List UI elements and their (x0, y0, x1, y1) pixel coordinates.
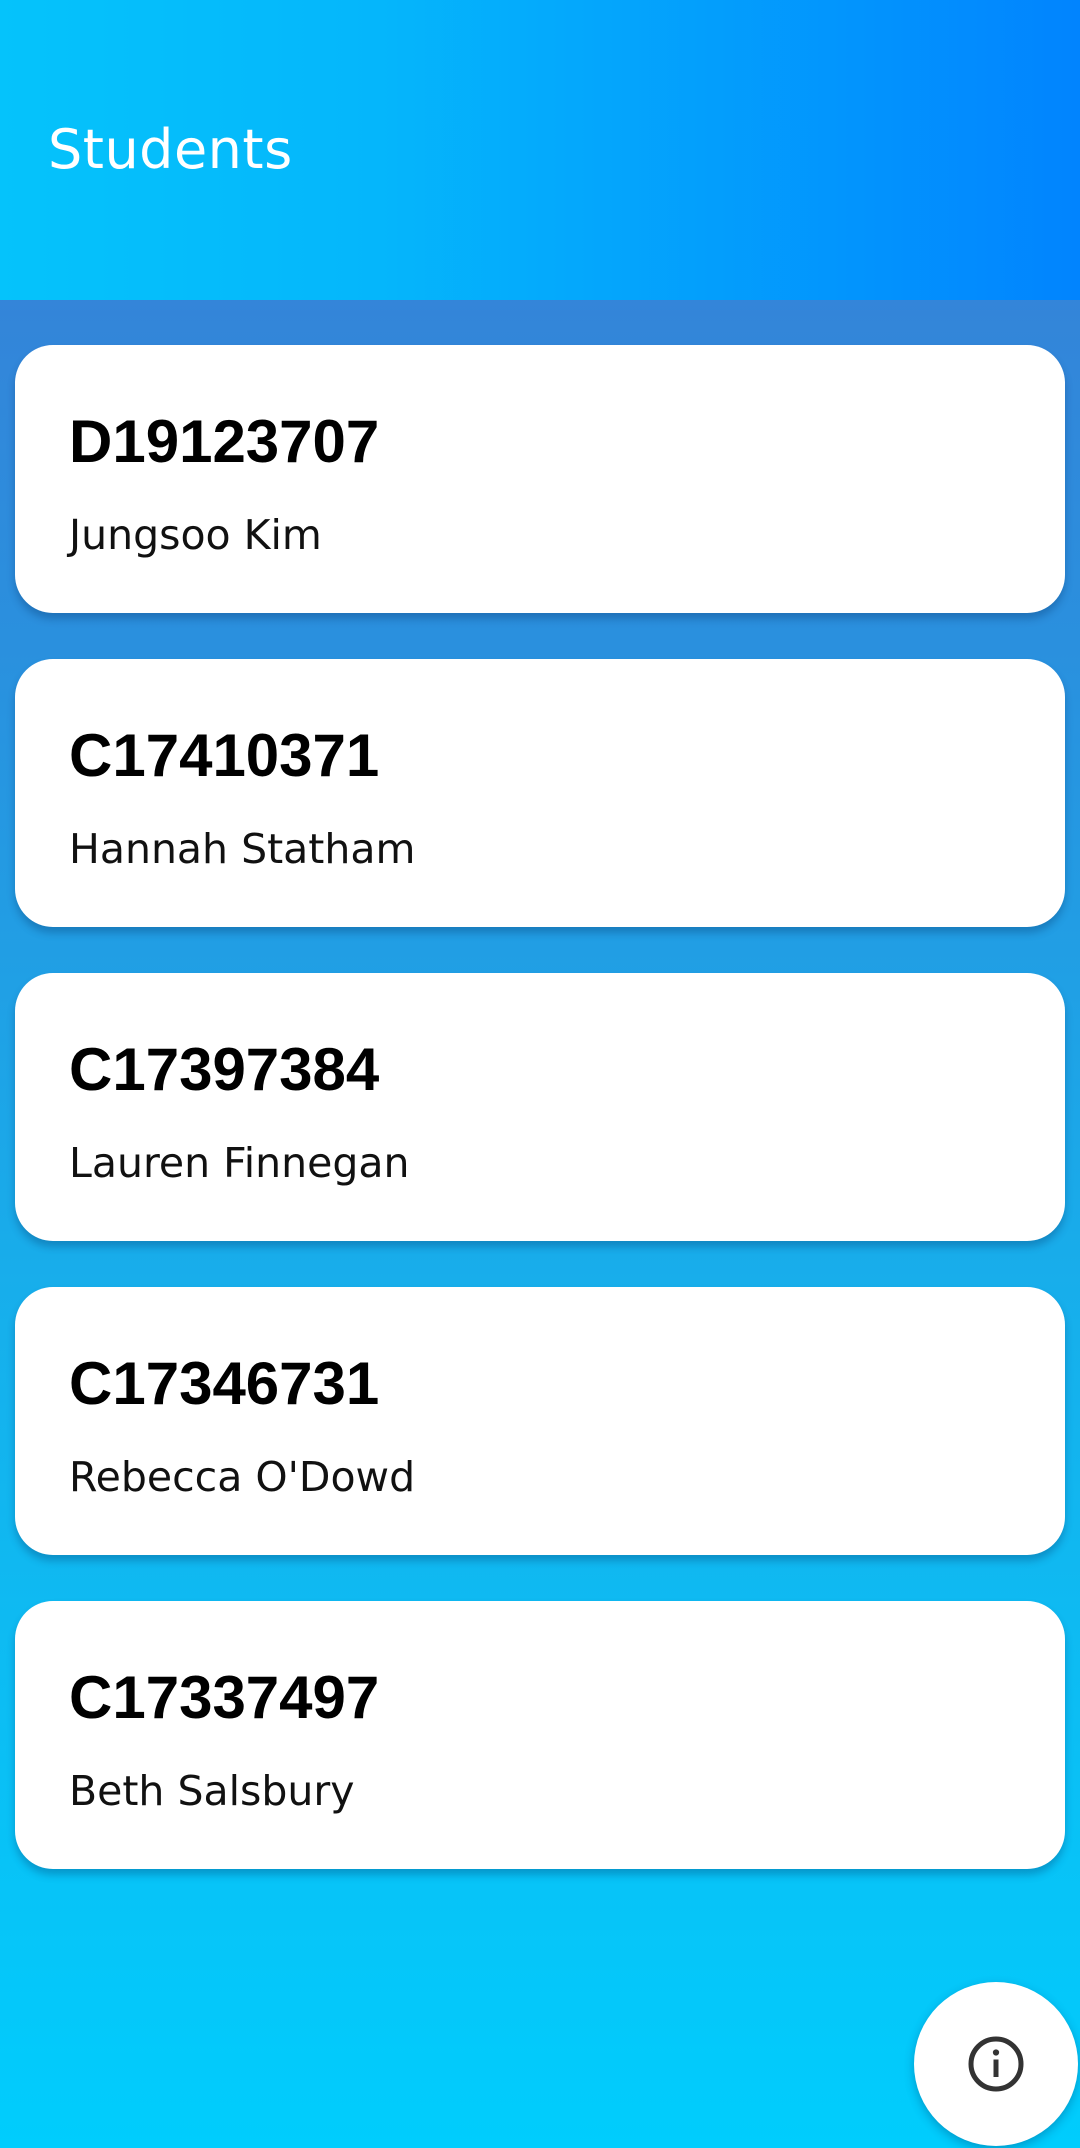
student-name: Lauren Finnegan (69, 1139, 410, 1187)
student-name: Beth Salsbury (69, 1767, 355, 1815)
student-card[interactable]: C17337497 Beth Salsbury (15, 1601, 1065, 1869)
student-card[interactable]: C17346731 Rebecca O'Dowd (15, 1287, 1065, 1555)
student-card[interactable]: C17397384 Lauren Finnegan (15, 973, 1065, 1241)
student-card[interactable]: D19123707 Jungsoo Kim (15, 345, 1065, 613)
student-id: C17397384 (69, 1036, 380, 1103)
student-id: C17410371 (69, 722, 380, 789)
info-icon (968, 2036, 1024, 2092)
student-id: C17346731 (69, 1350, 380, 1417)
info-button[interactable] (914, 1982, 1078, 2146)
student-id: D19123707 (69, 408, 380, 475)
student-list: D19123707 Jungsoo Kim C17410371 Hannah S… (15, 345, 1065, 1915)
page-title: Students (48, 118, 293, 181)
student-card[interactable]: C17410371 Hannah Statham (15, 659, 1065, 927)
app-bar: Students (0, 0, 1080, 300)
student-name: Jungsoo Kim (69, 511, 322, 559)
student-id: C17337497 (69, 1664, 380, 1731)
student-name: Rebecca O'Dowd (69, 1453, 416, 1501)
student-name: Hannah Statham (69, 825, 416, 873)
